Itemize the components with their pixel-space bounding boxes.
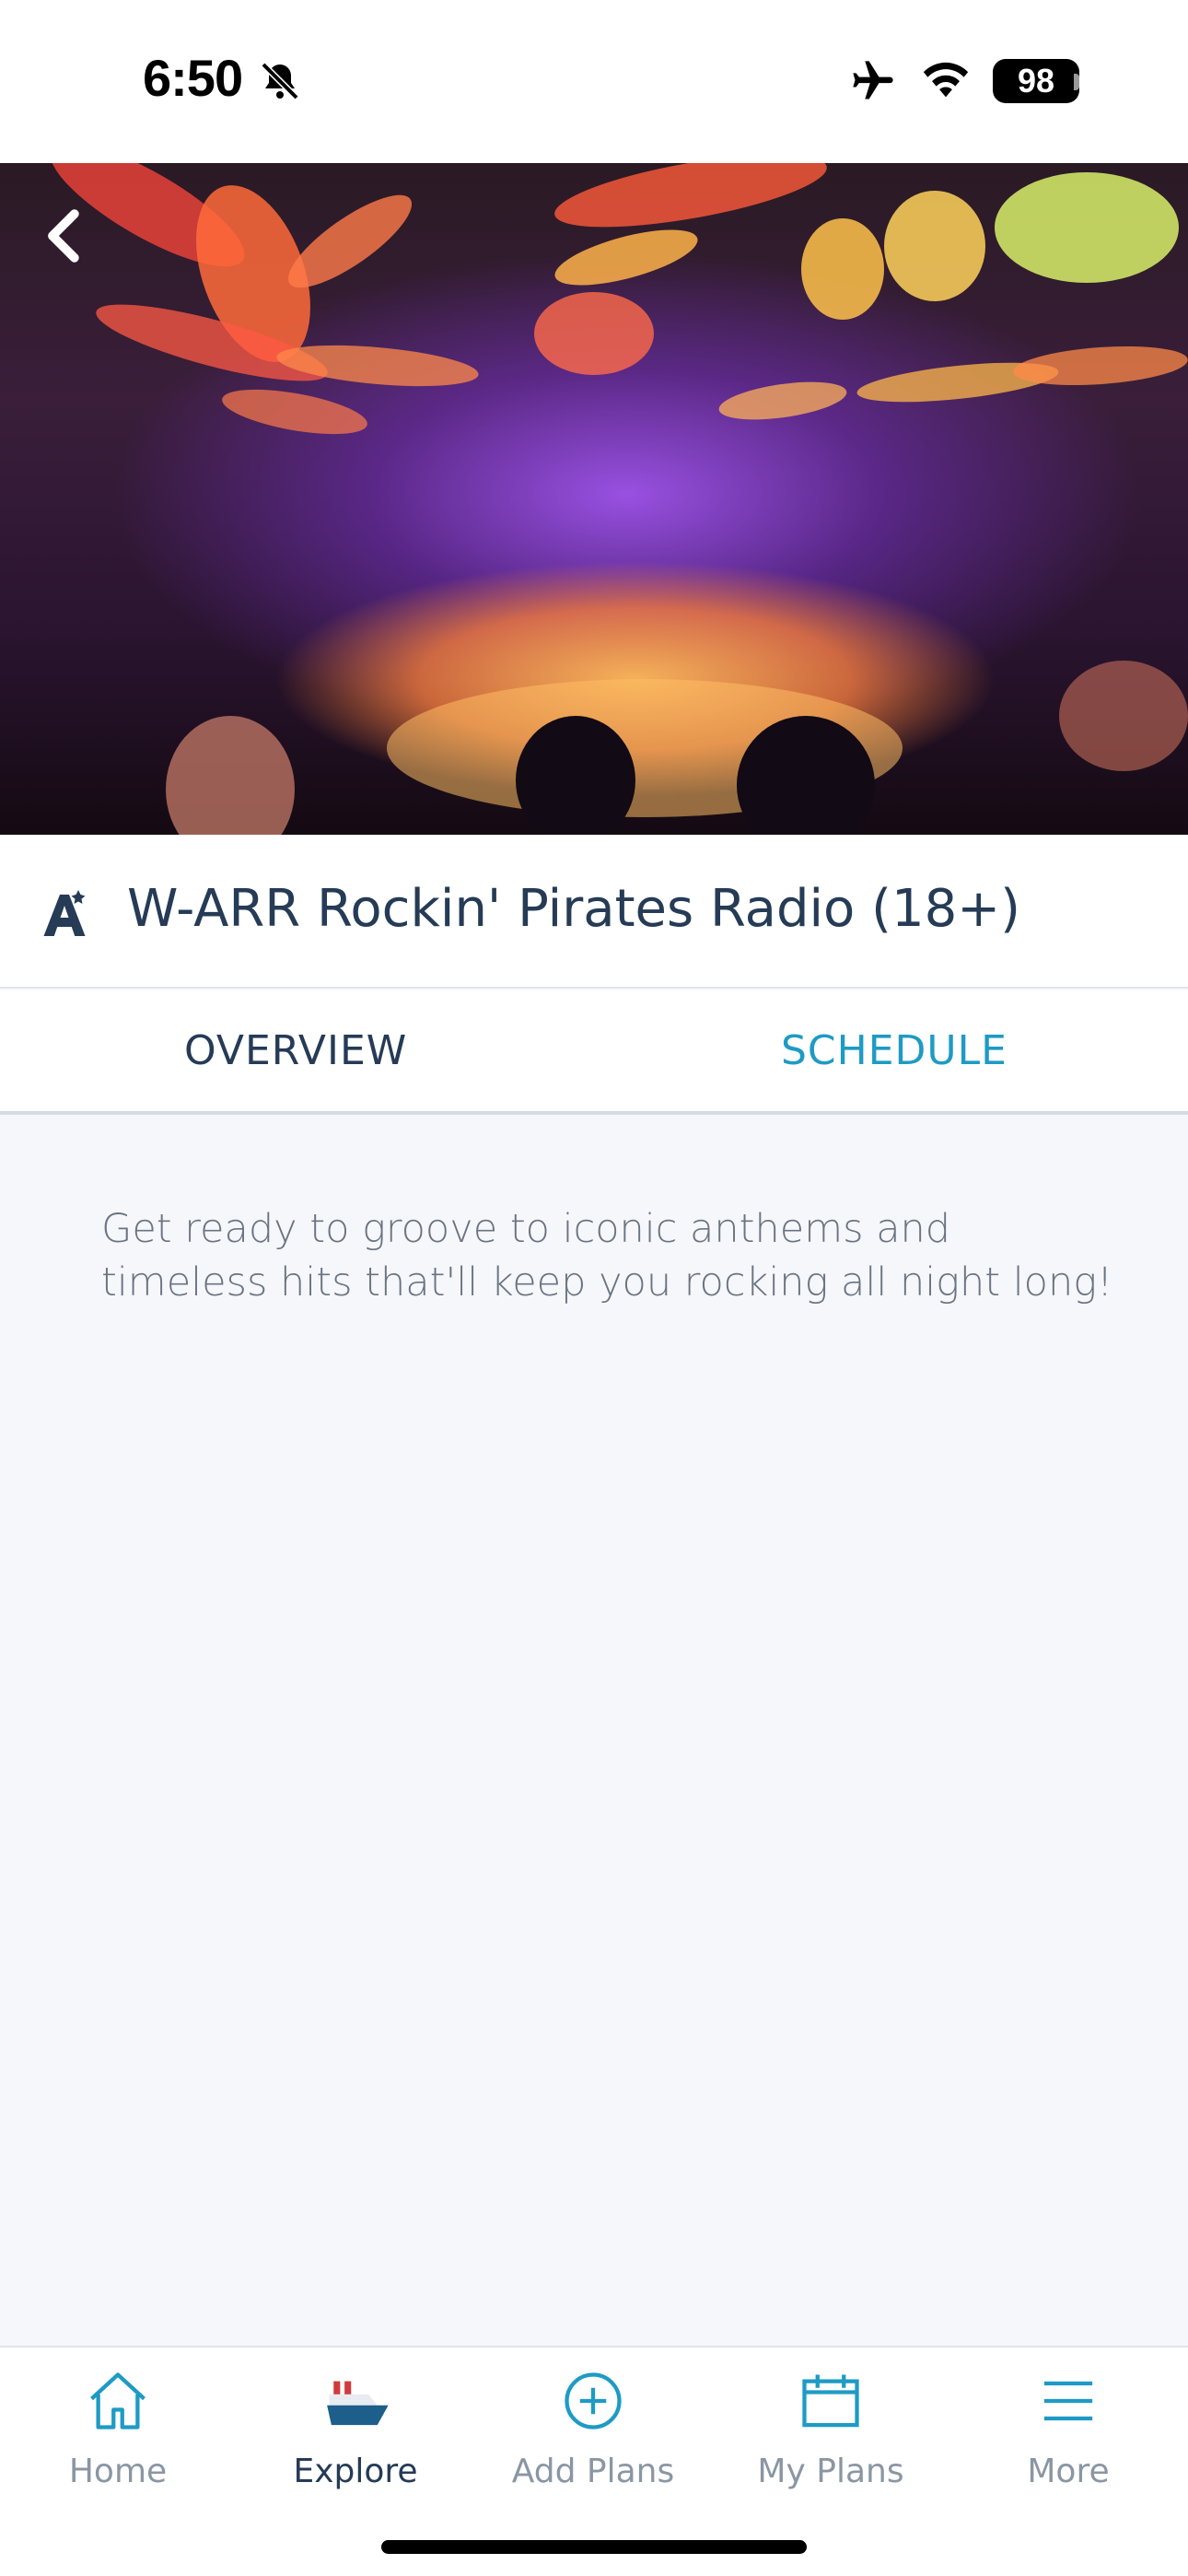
- plus-circle-icon: [565, 2372, 622, 2430]
- adult-activity-icon: [43, 890, 86, 936]
- hero-image: [0, 163, 1188, 835]
- status-bar: 6:50 98: [0, 0, 1188, 163]
- wifi-icon: [923, 62, 969, 98]
- battery-level: 98: [1017, 62, 1055, 100]
- nav-home[interactable]: Home: [17, 2366, 219, 2504]
- ship-icon: [327, 2381, 389, 2426]
- nav-add-plans-label: Add Plans: [511, 2453, 675, 2490]
- nav-more-label: More: [1027, 2453, 1110, 2490]
- page-title: W-ARR Rockin' Pirates Radio (18+): [127, 879, 1020, 939]
- tab-overview[interactable]: OVERVIEW: [184, 1027, 407, 1074]
- nav-home-label: Home: [68, 2453, 168, 2490]
- nav-more[interactable]: More: [967, 2366, 1170, 2504]
- calendar-icon: [802, 2374, 859, 2428]
- activity-header: W-ARR Rockin' Pirates Radio (18+): [0, 835, 1188, 989]
- nav-explore[interactable]: Explore: [254, 2366, 457, 2504]
- status-time: 6:50: [143, 49, 243, 107]
- home-icon: [90, 2372, 146, 2430]
- activity-description: Get ready to groove to iconic anthems an…: [101, 1206, 1113, 1306]
- home-indicator: [381, 2540, 807, 2554]
- tab-bar: OVERVIEW SCHEDULE: [0, 990, 1188, 1115]
- nav-add-plans[interactable]: Add Plans: [492, 2366, 694, 2504]
- battery-nub: [1074, 74, 1079, 90]
- nav-my-plans[interactable]: My Plans: [729, 2366, 932, 2504]
- menu-icon: [1043, 2381, 1093, 2421]
- airplane-icon: [853, 61, 893, 100]
- chevron-left-icon[interactable]: [41, 207, 88, 264]
- bell-slash-icon: [261, 62, 299, 100]
- nav-my-plans-label: My Plans: [757, 2453, 904, 2490]
- battery-icon: 98: [993, 59, 1079, 103]
- nav-explore-label: Explore: [293, 2453, 418, 2490]
- tab-schedule[interactable]: SCHEDULE: [781, 1027, 1007, 1074]
